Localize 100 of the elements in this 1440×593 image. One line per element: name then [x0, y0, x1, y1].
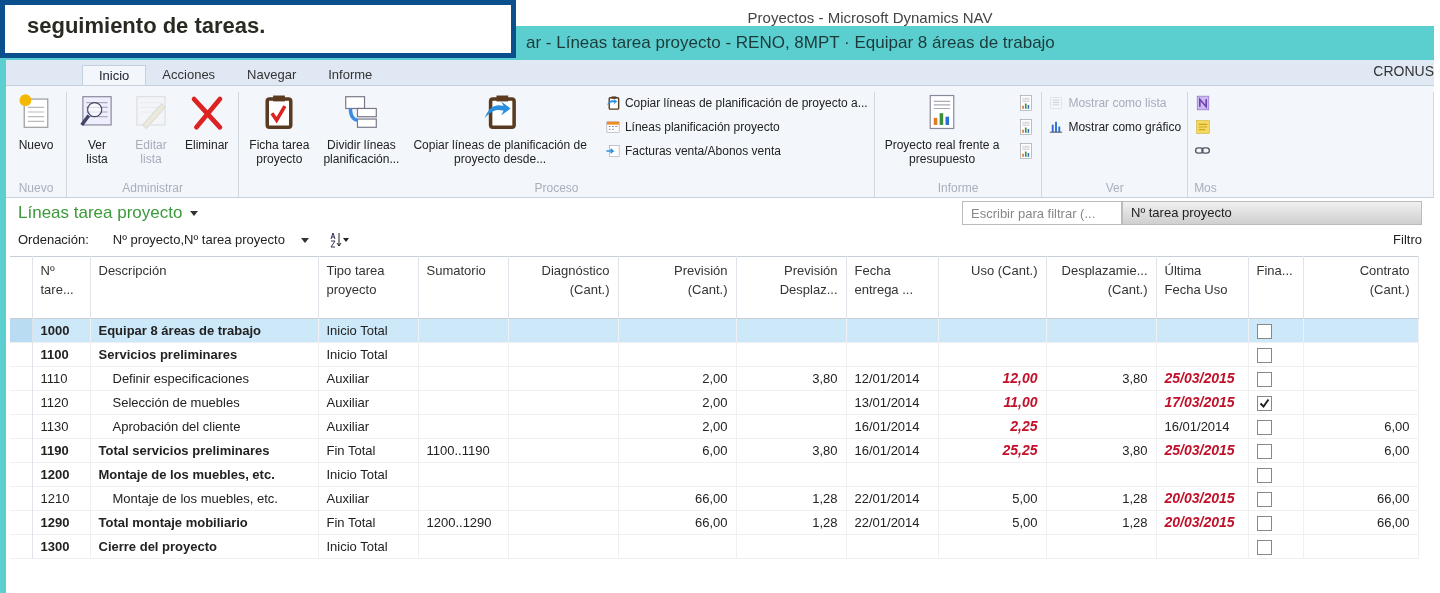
ribbon-button[interactable]: Eliminar [181, 92, 233, 179]
table-cell: 16/01/2014 [854, 442, 920, 458]
table-cell: 12,00 [1002, 370, 1038, 386]
table-cell: 3,80 [1122, 370, 1148, 386]
filter-field-dropdown[interactable]: Nº tarea proyecto [1122, 201, 1422, 225]
table-cell: 1200..1290 [426, 514, 492, 530]
column-header[interactable]: Nº tare... [32, 256, 90, 319]
ribbon-group-label: Administrar [121, 180, 184, 197]
page-title: ar - Líneas tarea proyecto - RENO, 8MPT · Equipar 8 áreas de trabajo [526, 32, 1055, 55]
column-header[interactable]: Diagnóstico (Cant.) [508, 256, 618, 319]
table-row[interactable]: 1290 Total montaje mobiliario Fin Total 1200..1290 66,00 1,28 22/01/2014 5,00 1,28 20/03/2015 66,00 [10, 510, 1418, 535]
table-cell: 1,28 [812, 490, 838, 506]
column-header[interactable]: Previsión Desplaz... [736, 256, 846, 319]
column-header[interactable]: Previsión (Cant.) [618, 256, 736, 319]
ribbon-small-button[interactable]: Líneas planificación proyecto [604, 116, 868, 137]
window-title: Proyectos - Microsoft Dynamics NAV [747, 10, 993, 26]
caret-icon [190, 210, 199, 216]
checkbox[interactable] [1256, 347, 1272, 363]
column-header[interactable]: Fecha entrega ... [846, 256, 938, 319]
checkbox[interactable] [1256, 371, 1272, 387]
table-cell: Auxiliar [326, 490, 370, 506]
table-cell: 66,00 [694, 490, 728, 506]
ribbon-button[interactable]: Ver lista [73, 92, 121, 179]
table-row[interactable]: 1110 Definir especificaciones Auxiliar 2,00 3,80 12/01/2014 12,00 3,80 25/03/2015 [10, 366, 1418, 391]
column-header[interactable]: Desplazamie... (Cant.) [1046, 256, 1156, 319]
table-row[interactable]: 1000 Equipar 8 áreas de trabajo Inicio Total [10, 318, 1418, 343]
ribbon-group-label: Informe [936, 180, 980, 197]
ribbon-small-button[interactable]: Mostrar como gráfico [1048, 116, 1182, 137]
column-header[interactable]: Tipo tarea proyecto [318, 256, 418, 319]
ribbon-button[interactable]: Proyecto real frente a presupuesto [880, 92, 1004, 179]
column-header[interactable]: Uso (Cant.) [938, 256, 1046, 319]
table-cell: Servicios preliminares [98, 346, 238, 362]
table-cell: Montaje de los muebles, etc. [98, 466, 275, 482]
table-cell: 25/03/2015 [1164, 370, 1235, 386]
table-cell: Inicio Total [326, 538, 388, 554]
sort-order-icon[interactable] [328, 232, 349, 248]
arrow-document-icon [604, 142, 621, 159]
table-row[interactable]: 1210 Montaje de los muebles, etc. Auxiliar 66,00 1,28 22/01/2014 5,00 1,28 20/03/2015 66,00 [10, 486, 1418, 511]
table-cell: Fin Total [326, 514, 376, 530]
ribbon-tab[interactable]: Inicio [82, 65, 147, 85]
checkbox[interactable] [1256, 467, 1272, 483]
table-cell: 1300 [40, 538, 70, 554]
table-cell: 12/01/2014 [854, 370, 920, 386]
table-cell: 1,28 [812, 514, 838, 530]
ribbon-button[interactable]: Ficha tarea proyecto [245, 92, 314, 179]
sort-dropdown[interactable]: Nº proyecto,Nº tarea proyecto [112, 230, 309, 250]
table-cell: Fin Total [326, 442, 376, 458]
checkbox[interactable] [1256, 539, 1272, 555]
table-cell: 3,80 [812, 370, 838, 386]
ribbon-tab[interactable]: Navegar [231, 65, 313, 85]
table-row[interactable]: 1100 Servicios preliminares Inicio Total [10, 342, 1418, 367]
checkbox[interactable] [1256, 323, 1272, 339]
ribbon-small-button[interactable]: Copiar líneas de planificación de proyecto a... [604, 92, 868, 113]
column-header[interactable]: Contrato (Cant.) [1303, 256, 1418, 319]
filter-link[interactable]: Filtro [1393, 230, 1422, 250]
checkbox[interactable] [1256, 515, 1272, 531]
ribbon-tab[interactable]: Informe [312, 65, 389, 85]
ribbon-small-button[interactable]: Facturas venta/Abonos venta [604, 140, 868, 161]
table-cell: Montaje de los muebles, etc. [112, 490, 278, 506]
table-cell: 1130 [40, 418, 69, 434]
table-cell: 6,00 [1384, 442, 1410, 458]
table-cell: 1210 [40, 490, 70, 506]
table-row[interactable]: 1200 Montaje de los muebles, etc. Inicio Total [10, 462, 1418, 487]
column-header[interactable]: Descripción [90, 256, 318, 319]
table-cell: 3,80 [812, 442, 838, 458]
table-row[interactable]: 1130 Aprobación del cliente Auxiliar 2,00 16/01/2014 2,25 16/01/2014 6,00 [10, 414, 1418, 439]
clipboard-arrow-icon [604, 94, 621, 111]
calendar-icon [604, 118, 621, 135]
filter-field[interactable]: Escribir para filtrar (... [962, 201, 1122, 225]
company-name: CRONUS [1373, 62, 1434, 81]
checkbox[interactable] [1256, 491, 1272, 507]
table-cell: Total servicios preliminares [98, 442, 270, 458]
table-cell: Inicio Total [326, 466, 388, 482]
ribbon-group-label: Mos [1194, 180, 1217, 197]
table-cell: 5,00 [1012, 514, 1038, 530]
callout-text: seguimiento de tareas. [27, 13, 266, 38]
ribbon-tab[interactable]: Acciones [146, 65, 232, 85]
table-cell: 66,00 [1376, 490, 1410, 506]
table-row[interactable]: 1190 Total servicios preliminares Fin Total 1100..1190 6,00 3,80 16/01/2014 25,25 3,80 25/03/2015 6,00 [10, 438, 1418, 463]
sort-label: Ordenación: [18, 231, 89, 250]
table-cell: Total montaje mobiliario [98, 514, 248, 530]
table-cell: Auxiliar [326, 394, 370, 410]
ribbon-button[interactable]: Nuevo [12, 92, 60, 179]
ribbon-button[interactable]: Copiar líneas de planificación de proyecto desde... [409, 92, 591, 179]
table-cell: 25,25 [1002, 442, 1038, 458]
table-cell: 13/01/2014 [854, 394, 920, 410]
column-header[interactable]: Sumatorio [418, 256, 508, 319]
ribbon-group-label: Ver [1104, 180, 1125, 197]
ribbon-button[interactable]: Dividir líneas planificación... [319, 92, 404, 179]
checkbox[interactable] [1256, 395, 1272, 411]
column-header[interactable]: Última Fecha Uso [1156, 256, 1248, 319]
table-cell: 1100 [40, 346, 69, 362]
ribbon-group-label: Proceso [533, 180, 580, 197]
checkbox[interactable] [1256, 443, 1272, 459]
table-cell: 1,28 [1122, 490, 1148, 506]
column-header[interactable]: Fina... [1248, 256, 1303, 319]
table-cell: 1,28 [1122, 514, 1148, 530]
checkbox[interactable] [1256, 419, 1272, 435]
table-row[interactable]: 1300 Cierre del proyecto Inicio Total [10, 534, 1418, 559]
table-row[interactable]: 1120 Selección de muebles Auxiliar 2,00 13/01/2014 11,00 17/03/2015 [10, 390, 1418, 415]
